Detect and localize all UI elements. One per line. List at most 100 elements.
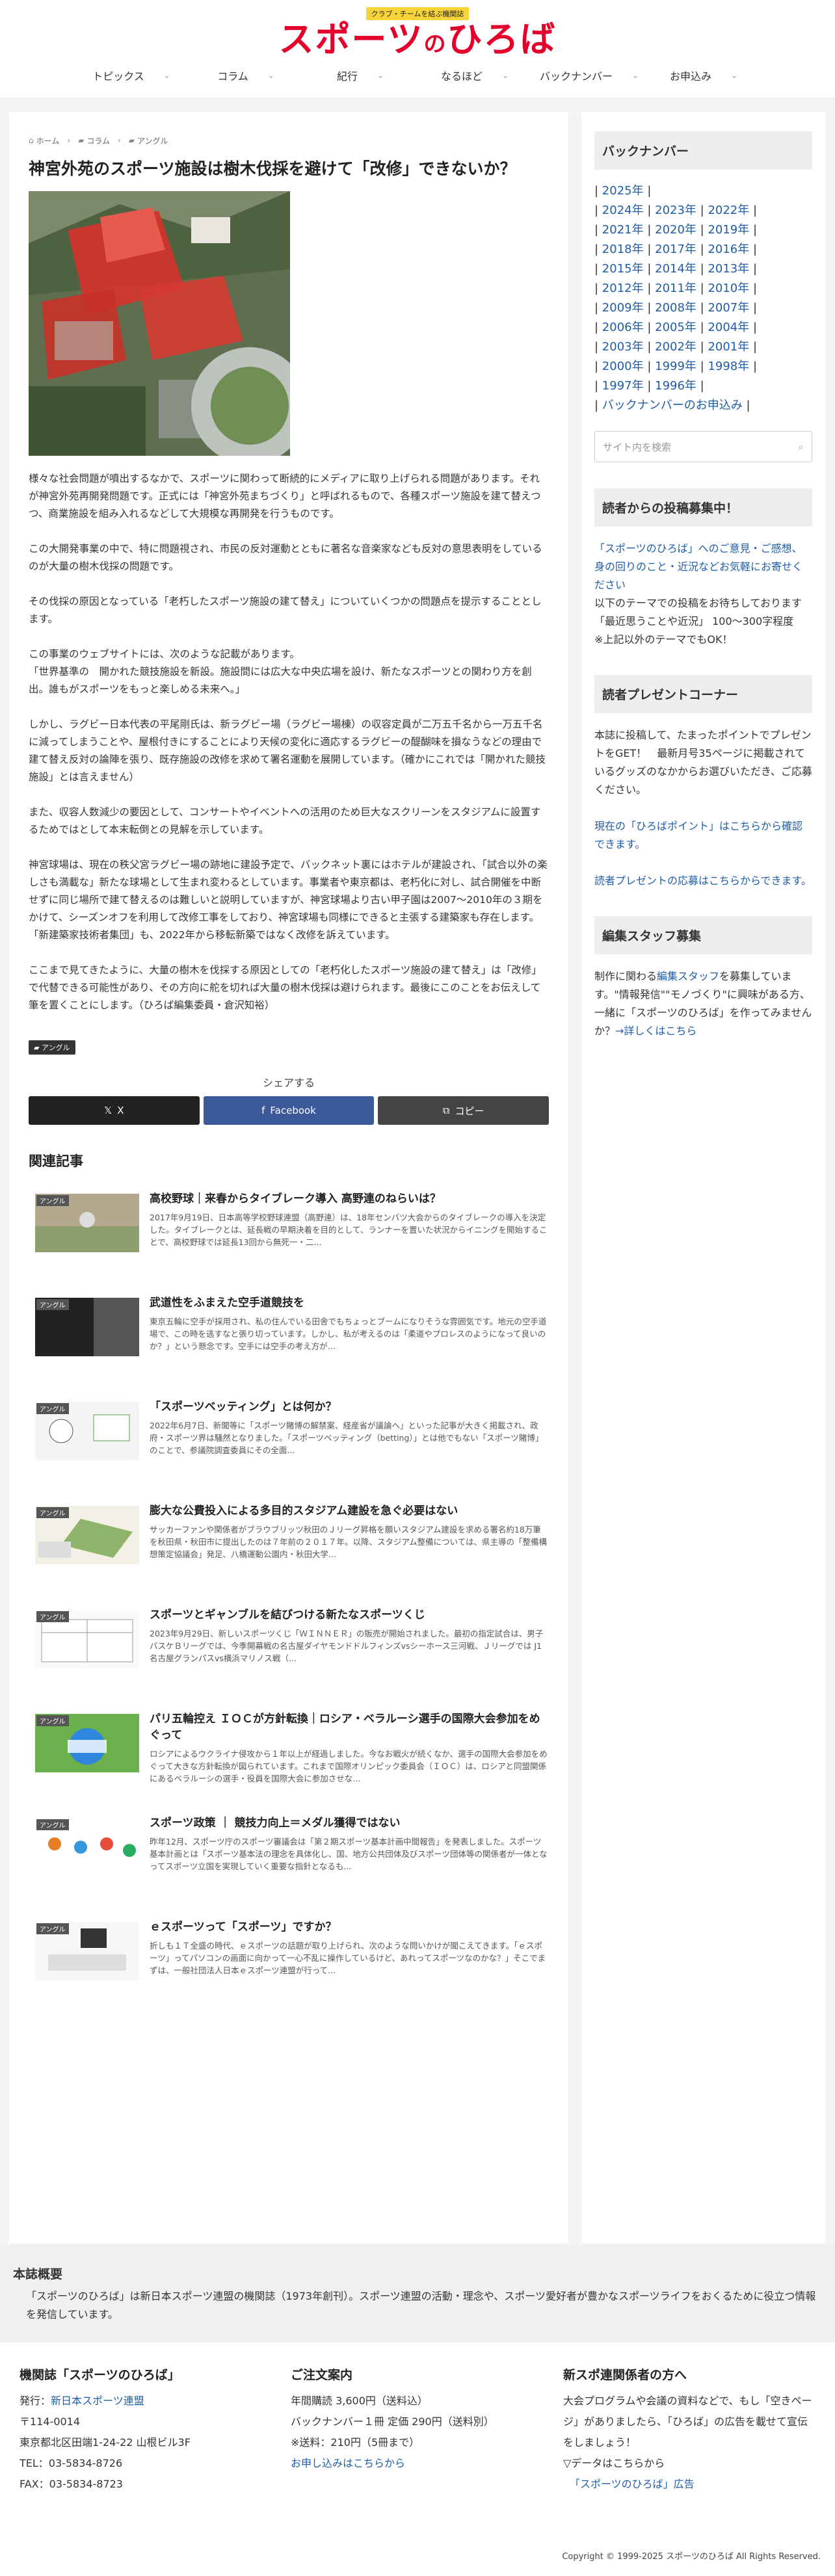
year-link[interactable]: 2013年 xyxy=(708,262,749,276)
main-content: ⌂ ホーム › ▰ コラム › ▰ アングル 神宮外苑のスポーツ施設は樹木伐採を避けて… xyxy=(9,112,568,2243)
ad-data-link[interactable]: 「スポーツのひろば」広告 xyxy=(570,2478,695,2490)
order-apply-link[interactable]: お申し込みはこちらから xyxy=(291,2457,405,2469)
related-article[interactable]: アングル ｅスポーツって「スポーツ」ですか？ 折しも１Ｔ全盛の時代、ｅスポーツの話… xyxy=(29,1919,549,2023)
related-thumbnail[interactable]: アングル xyxy=(35,1402,139,1460)
related-summary: 折しも１Ｔ全盛の時代、ｅスポーツの話題が取り上げられ、次のような問いかけが聞こえ… xyxy=(150,1941,546,1975)
related-title[interactable]: スポーツ政策 ｜ 競技力向上＝メダル獲得ではない xyxy=(150,1815,549,1832)
related-article[interactable]: アングル 膨大な公費投入による多目的スタジアム建設を急ぐ必要はない サッカーファン… xyxy=(29,1503,549,1607)
related-title[interactable]: パリ五輪控え ＩＯＣが方針転換｜ロシア・ベラルーシ選手の国際大会参加をめぐって xyxy=(150,1711,549,1744)
breadcrumb-home[interactable]: ⌂ ホーム xyxy=(29,135,59,146)
nav-item-naruhodo[interactable]: なるほど ⌄ xyxy=(418,62,532,88)
article-eyecatch-image xyxy=(29,191,290,456)
related-thumbnail[interactable]: アングル xyxy=(35,1818,139,1876)
search-icon[interactable]: ⌕ xyxy=(799,441,804,453)
footer-magazine-info: 機関誌「スポーツのひろば」 発行：新日本スポーツ連盟 〒114-0014 東京都… xyxy=(20,2365,280,2495)
year-link[interactable]: 1999年 xyxy=(655,360,696,373)
related-thumbnail[interactable]: アングル xyxy=(35,1194,139,1252)
nav-item-apply[interactable]: お申込み ⌄ xyxy=(646,62,761,88)
year-link[interactable]: 1998年 xyxy=(708,360,749,373)
editor-staff-link[interactable]: 編集スタッフ xyxy=(657,970,719,982)
year-link[interactable]: 2011年 xyxy=(655,282,696,295)
site-name: スポーツのひろば xyxy=(278,19,557,60)
nav-item-topics[interactable]: トピックス ⌄ xyxy=(74,62,189,88)
year-link[interactable]: 2003年 xyxy=(602,340,644,354)
search-input[interactable]: サイト内を検索 ⌕ xyxy=(594,431,812,462)
related-article[interactable]: アングル 武道性をふまえた空手道競技を東京五輪に空手が採用され、私の住んでいる田… xyxy=(29,1295,549,1399)
related-thumbnail[interactable]: アングル xyxy=(35,1298,139,1356)
related-thumbnail[interactable]: アングル xyxy=(35,1610,139,1668)
year-link[interactable]: 2002年 xyxy=(655,340,696,354)
share-copy-button[interactable]: ⧉ コピー xyxy=(378,1096,550,1125)
year-link[interactable]: 2006年 xyxy=(602,321,644,334)
chevron-down-icon: ⌄ xyxy=(267,71,274,80)
related-article[interactable]: アングル 「スポーツベッティング」とは何か？ 2022年6月7日、新聞等に「スポー… xyxy=(29,1399,549,1503)
year-link[interactable]: 1997年 xyxy=(602,379,644,393)
related-summary: 東京五輪に空手が採用され、私の住んでいる田舎でもちょっとブームになりそうな雰囲気… xyxy=(150,1317,547,1351)
related-badge: アングル xyxy=(36,1715,69,1726)
year-link[interactable]: 2021年 xyxy=(602,223,644,237)
year-link[interactable]: 2023年 xyxy=(655,204,696,217)
related-articles-title: 関連記事 xyxy=(29,1153,83,1169)
nav-item-column[interactable]: コラム ⌄ xyxy=(189,62,303,88)
year-link[interactable]: 2010年 xyxy=(708,282,749,295)
folder-icon: ▰ xyxy=(78,136,85,145)
year-link[interactable]: 2025年 xyxy=(602,184,644,198)
related-thumbnail[interactable]: アングル xyxy=(35,1506,139,1564)
site-logo[interactable]: クラブ・チームを結ぶ機関誌 スポーツのひろば xyxy=(0,7,835,64)
year-link[interactable]: 2017年 xyxy=(655,243,696,256)
year-link[interactable]: 2004年 xyxy=(708,321,749,334)
breadcrumb-column[interactable]: ▰ コラム xyxy=(78,135,110,146)
year-link[interactable]: 2001年 xyxy=(708,340,749,354)
related-article[interactable]: アングル パリ五輪控え ＩＯＣが方針転換｜ロシア・ベラルーシ選手の国際大会参加を… xyxy=(29,1711,549,1815)
breadcrumb-angle[interactable]: ▰ アングル xyxy=(129,135,168,146)
nav-item-backnumber[interactable]: バックナンバー ⌄ xyxy=(532,62,646,88)
footer-ad-info: 新スポ連関係者の方へ 大会プログラムや会議の資料などで、もし「空きページ」があり… xyxy=(563,2365,817,2495)
related-title[interactable]: 膨大な公費投入による多目的スタジアム建設を急ぐ必要はない xyxy=(150,1503,549,1519)
staff-recruit-title: 編集スタッフ募集 xyxy=(594,916,812,954)
folder-icon: ▰ xyxy=(34,1044,42,1052)
year-link[interactable]: 2016年 xyxy=(708,243,749,256)
year-link[interactable]: 2019年 xyxy=(708,223,749,237)
nav-item-travel[interactable]: 紀行 ⌄ xyxy=(303,62,418,88)
footer-order-line: 年間購読 3,600円（送料込） xyxy=(291,2395,428,2407)
reader-post-text: 以下のテーマでの投稿をお待ちしております xyxy=(594,597,802,609)
year-link[interactable]: 1996年 xyxy=(655,379,696,393)
related-thumbnail[interactable]: アングル xyxy=(35,1714,139,1772)
category-badge[interactable]: ▰ アングル xyxy=(29,1040,75,1055)
year-link[interactable]: 2007年 xyxy=(708,301,749,315)
global-nav: トピックス ⌄ コラム ⌄ 紀行 ⌄ なるほど ⌄ バックナンバー ⌄ お申込み ⌄ xyxy=(0,62,835,88)
year-link[interactable]: 2008年 xyxy=(655,301,696,315)
sidebar: バックナンバー | 2025年 | | 2024年 | 2023年 | 2022… xyxy=(581,112,825,2243)
year-link[interactable]: 2020年 xyxy=(655,223,696,237)
publisher-link[interactable]: 新日本スポーツ連盟 xyxy=(51,2395,144,2407)
reader-post-link[interactable]: 「スポーツのひろば」へのご意見・ご感想、身の回りのこと・近況などお気軽にお寄せく… xyxy=(594,542,802,591)
related-title[interactable]: スポーツとギャンブルを結びつける新たなスポーツくじ xyxy=(150,1607,549,1623)
related-title[interactable]: ｅスポーツって「スポーツ」ですか？ xyxy=(150,1919,549,1936)
year-link[interactable]: 2012年 xyxy=(602,282,644,295)
backnumber-apply-link[interactable]: バックナンバーのお申込み xyxy=(602,399,743,412)
related-title[interactable]: 「スポーツベッティング」とは何か？ xyxy=(150,1399,549,1415)
point-check-link[interactable]: 現在の「ひろばポイント」はこちらから確認できます。 xyxy=(594,820,802,850)
year-link[interactable]: 2022年 xyxy=(708,204,749,217)
facebook-icon: f xyxy=(261,1105,265,1116)
year-link[interactable]: 2018年 xyxy=(602,243,644,256)
footer-col-title: ご注文案内 xyxy=(291,2368,353,2382)
year-link[interactable]: 2024年 xyxy=(602,204,644,217)
related-title[interactable]: 高校野球｜来春からタイブレーク導入 高野連のねらいは？ xyxy=(150,1191,549,1207)
related-articles-list: アングル 高校野球｜来春からタイブレーク導入 高野連のねらいは？ 2017年9月1… xyxy=(29,1191,549,2023)
share-facebook-button[interactable]: f Facebook xyxy=(203,1096,375,1125)
year-link[interactable]: 2005年 xyxy=(655,321,696,334)
year-link[interactable]: 2014年 xyxy=(655,262,696,276)
year-link[interactable]: 2015年 xyxy=(602,262,644,276)
present-section: 本誌に投稿して、たまったポイントでプレゼントをGET！ 最新月号35ページに掲載… xyxy=(594,726,812,890)
year-link[interactable]: 2009年 xyxy=(602,301,644,315)
present-apply-link[interactable]: 読者プレゼントの応募はこちらからできます。 xyxy=(594,874,812,887)
related-article[interactable]: アングル 高校野球｜来春からタイブレーク導入 高野連のねらいは？ 2017年9月1… xyxy=(29,1191,549,1295)
related-title[interactable]: 武道性をふまえた空手道競技を xyxy=(150,1295,549,1311)
related-article[interactable]: アングル スポーツとギャンブルを結びつける新たなスポーツくじ 2023年9月29日… xyxy=(29,1607,549,1711)
related-thumbnail[interactable]: アングル xyxy=(35,1922,139,1980)
share-x-button[interactable]: 𝕏X xyxy=(29,1096,200,1125)
staff-more-link[interactable]: →詳しくはこちら xyxy=(615,1025,696,1037)
year-link[interactable]: 2000年 xyxy=(602,360,644,373)
related-article[interactable]: アングル スポーツ政策 ｜ 競技力向上＝メダル獲得ではない 昨年12月、スポーツ庁… xyxy=(29,1815,549,1919)
